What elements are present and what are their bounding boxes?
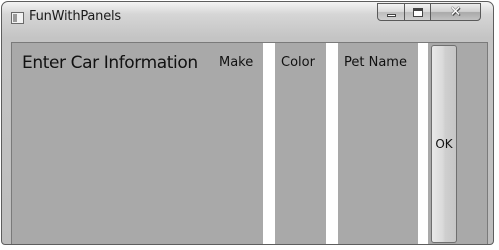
client-area: Enter Car Information Make Color Pet Nam… [11,42,488,244]
pet-name-panel [338,43,418,244]
window-title: FunWithPanels [29,9,122,24]
app-window: FunWithPanels ✕ Enter Car Information Ma… [1,1,494,245]
form-heading: Enter Car Information [22,53,198,73]
minimize-icon [386,13,396,17]
pet-name-label: Pet Name [344,55,407,70]
close-icon: ✕ [449,4,462,20]
minimize-button[interactable] [377,3,405,21]
title-bar[interactable]: FunWithPanels ✕ [2,2,493,40]
maximize-button[interactable] [404,3,431,21]
color-panel [275,43,326,244]
heading-panel [12,43,263,244]
maximize-icon [412,7,423,17]
color-label: Color [281,55,315,70]
app-window-icon[interactable] [11,12,24,24]
caption-buttons: ✕ [377,3,487,22]
ok-button[interactable]: OK [431,45,457,243]
make-label: Make [219,55,254,70]
close-button[interactable]: ✕ [430,3,481,21]
